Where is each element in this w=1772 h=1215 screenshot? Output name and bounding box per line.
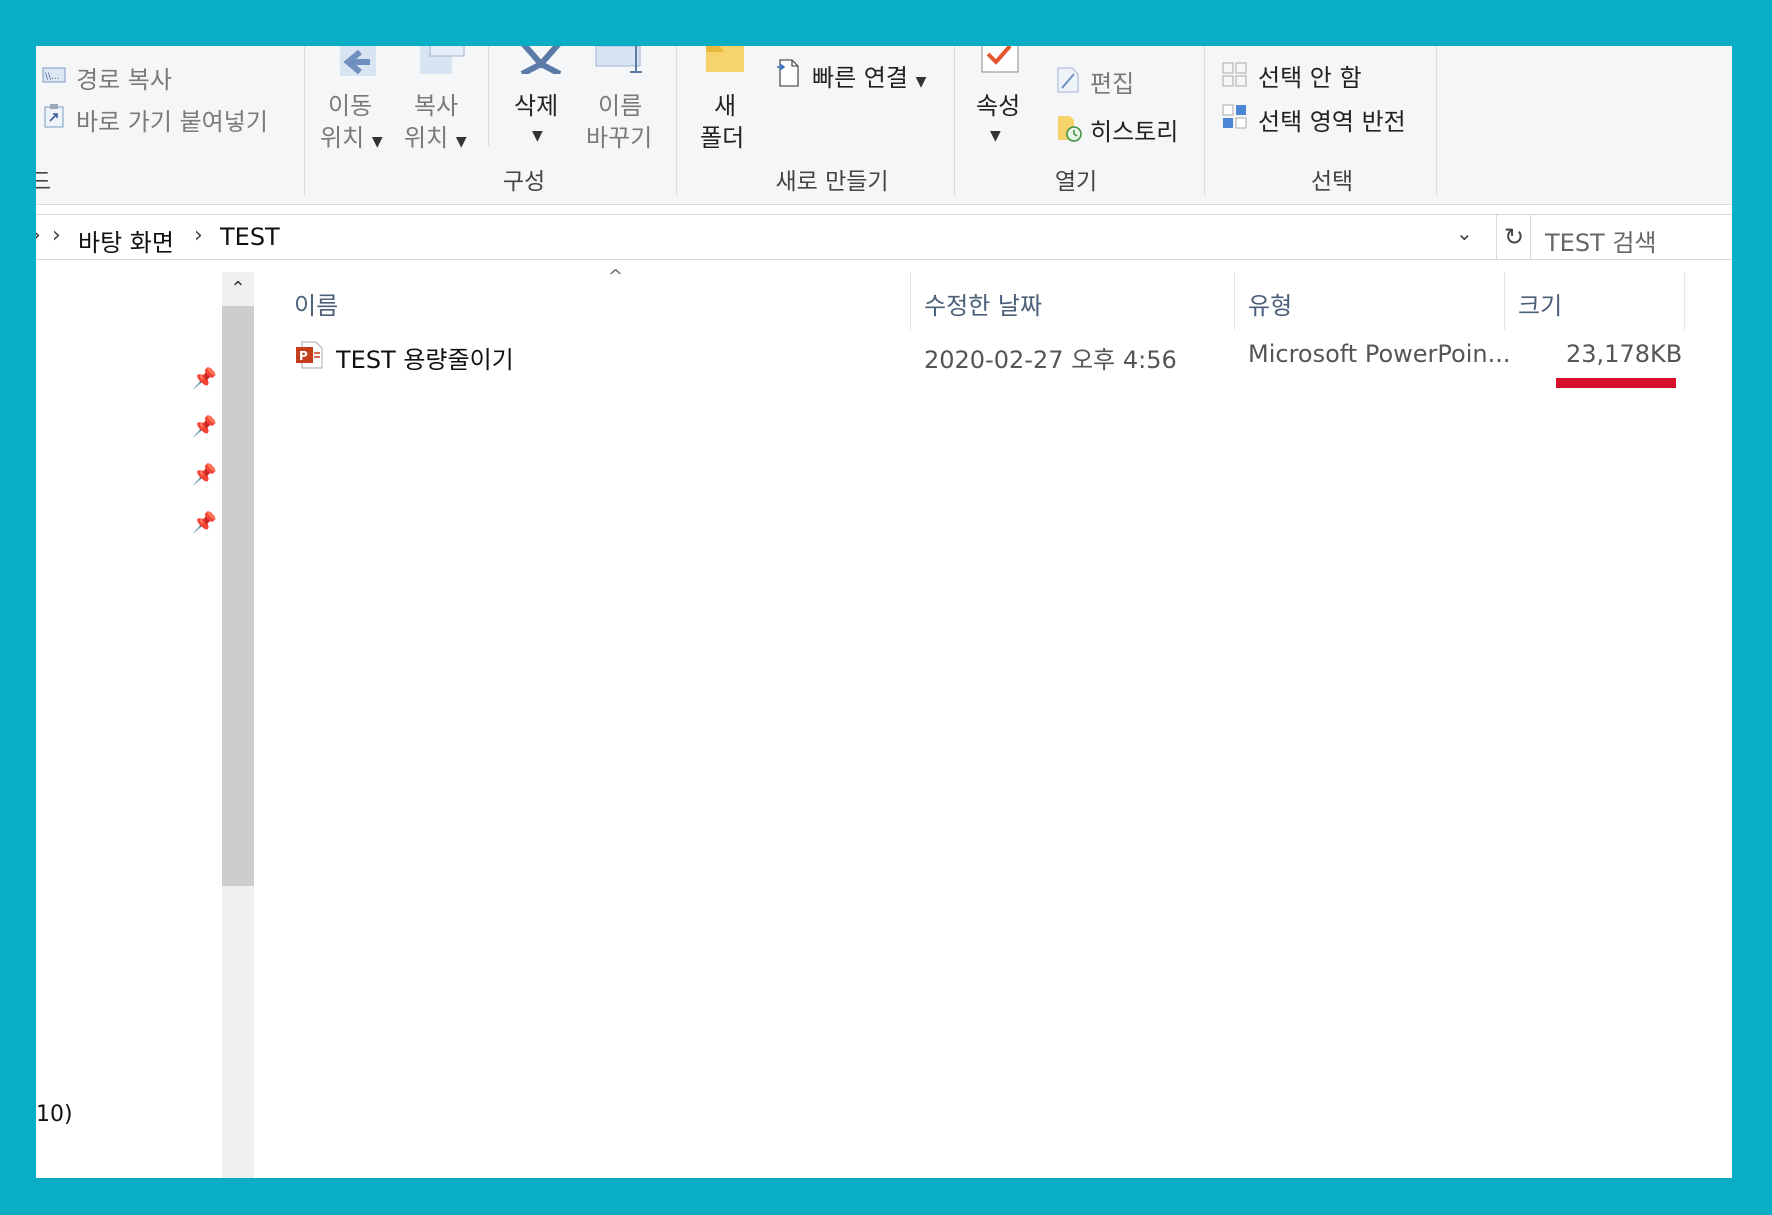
rename-label-1[interactable]: 이름: [598, 86, 642, 121]
file-modified: 2020-02-27 오후 4:56: [924, 346, 1177, 374]
svg-text:P: P: [299, 349, 308, 363]
file-name[interactable]: TEST 용량줄이기: [336, 340, 514, 375]
copy-path-button[interactable]: 경로 복사: [76, 60, 172, 95]
history-icon: [1056, 114, 1084, 146]
file-size: 23,178KB: [1566, 340, 1683, 368]
move-to-label-1[interactable]: 이동: [328, 86, 372, 121]
breadcrumb-desktop[interactable]: 바탕 화면: [78, 223, 174, 258]
chevron-right-icon: ›: [194, 223, 203, 248]
move-to-icon: [334, 46, 388, 84]
easy-access-icon: [776, 58, 800, 92]
invert-selection-icon: [1222, 104, 1248, 134]
nav-item-fragment[interactable]: 10): [36, 1102, 73, 1127]
column-separator[interactable]: [910, 272, 911, 330]
select-none-icon: [1222, 62, 1248, 92]
clipboard-group-label: 드: [36, 169, 52, 195]
new-folder-label-2[interactable]: 폴더: [700, 118, 744, 153]
ribbon-separator: [1436, 46, 1437, 196]
copy-path-icon: \\...: [42, 66, 66, 88]
pin-icon[interactable]: 📌: [192, 510, 217, 534]
properties-button[interactable]: 속성: [976, 86, 1020, 121]
rename-label-2[interactable]: 바꾸기: [586, 118, 652, 153]
history-button[interactable]: 히스토리: [1090, 112, 1178, 147]
select-group-label: 선택: [1310, 169, 1354, 195]
column-header-modified[interactable]: 수정한 날짜: [924, 286, 1042, 321]
search-input[interactable]: TEST 검색: [1545, 223, 1657, 258]
open-group-label: 열기: [1054, 169, 1098, 195]
ribbon: \\... 경로 복사 바로 가기 붙여넣기 드 이동 위치 ▼ 복사 위치 ▼…: [36, 46, 1732, 205]
chevron-down-icon: ▼: [371, 134, 383, 150]
file-list: ^ 이름 수정한 날짜 유형 크기 P TEST 용량줄이기 2020-02-2…: [254, 266, 1732, 1178]
ribbon-separator: [676, 46, 677, 196]
refresh-icon: ↻: [1503, 223, 1525, 251]
organize-group-label: 구성: [502, 169, 546, 195]
invert-selection-button[interactable]: 선택 영역 반전: [1258, 102, 1406, 137]
rename-icon: [594, 46, 654, 84]
paste-shortcut-icon: [44, 104, 64, 132]
edit-button[interactable]: 편집: [1090, 64, 1134, 99]
delete-icon: [514, 46, 568, 78]
chevron-right-icon: ›: [36, 223, 41, 248]
sort-ascending-icon: ^: [608, 266, 624, 287]
ribbon-separator: [488, 46, 489, 146]
chevron-down-icon: ▼: [532, 128, 543, 144]
column-separator[interactable]: [1504, 272, 1505, 330]
size-highlight-underline: [1556, 378, 1676, 388]
ribbon-separator: [1204, 46, 1205, 196]
pin-icon[interactable]: 📌: [192, 414, 217, 438]
ribbon-separator: [304, 46, 305, 196]
scrollbar-thumb[interactable]: [222, 306, 254, 886]
pin-icon[interactable]: 📌: [192, 462, 217, 486]
delete-dropdown[interactable]: ▼: [532, 118, 543, 146]
new-folder-icon: [704, 46, 748, 80]
chevron-down-icon: ▼: [990, 128, 1001, 144]
navigation-pane: 📌 📌 📌 📌 10): [36, 272, 224, 1178]
chevron-down-icon: ▼: [455, 134, 467, 150]
file-type: Microsoft PowerPoin...: [1248, 340, 1511, 368]
pin-icon[interactable]: 📌: [192, 366, 217, 390]
scroll-up-icon[interactable]: ⌃: [222, 272, 254, 306]
column-header-size[interactable]: 크기: [1518, 286, 1562, 321]
properties-dropdown[interactable]: ▼: [990, 118, 1001, 146]
new-group-label: 새로 만들기: [775, 169, 889, 195]
column-separator[interactable]: [1684, 272, 1685, 330]
copy-to-icon: [416, 46, 470, 84]
ribbon-separator: [954, 46, 955, 196]
file-explorer-window: \\... 경로 복사 바로 가기 붙여넣기 드 이동 위치 ▼ 복사 위치 ▼…: [36, 46, 1732, 1178]
chevron-down-icon: ▼: [915, 74, 927, 90]
column-header-type[interactable]: 유형: [1248, 286, 1292, 321]
svg-text:\\...: \\...: [45, 72, 60, 82]
chevron-right-icon: ›: [52, 223, 61, 248]
delete-button[interactable]: 삭제: [514, 86, 558, 121]
edit-icon: [1056, 66, 1080, 98]
breadcrumb-test[interactable]: TEST: [220, 223, 280, 251]
easy-access-button[interactable]: 빠른 연결 ▼: [812, 58, 926, 93]
column-separator[interactable]: [1234, 272, 1235, 330]
search-box[interactable]: TEST 검색: [1530, 214, 1732, 260]
paste-shortcut-button[interactable]: 바로 가기 붙여넣기: [76, 102, 268, 137]
chevron-down-icon[interactable]: ⌄: [1456, 221, 1473, 245]
powerpoint-file-icon: P: [294, 340, 324, 376]
move-to-label-2[interactable]: 위치 ▼: [320, 118, 383, 153]
refresh-button[interactable]: ↻: [1496, 214, 1532, 260]
copy-to-label-2[interactable]: 위치 ▼: [404, 118, 467, 153]
copy-to-label-1[interactable]: 복사: [414, 86, 458, 121]
nav-scrollbar[interactable]: ⌃: [222, 272, 254, 1178]
select-none-button[interactable]: 선택 안 함: [1258, 58, 1362, 93]
properties-icon: [978, 46, 1022, 78]
column-header-name[interactable]: 이름: [294, 286, 338, 321]
new-folder-label-1[interactable]: 새: [714, 86, 736, 121]
address-bar[interactable]: › › 바탕 화면 › TEST ⌄: [36, 214, 1497, 260]
